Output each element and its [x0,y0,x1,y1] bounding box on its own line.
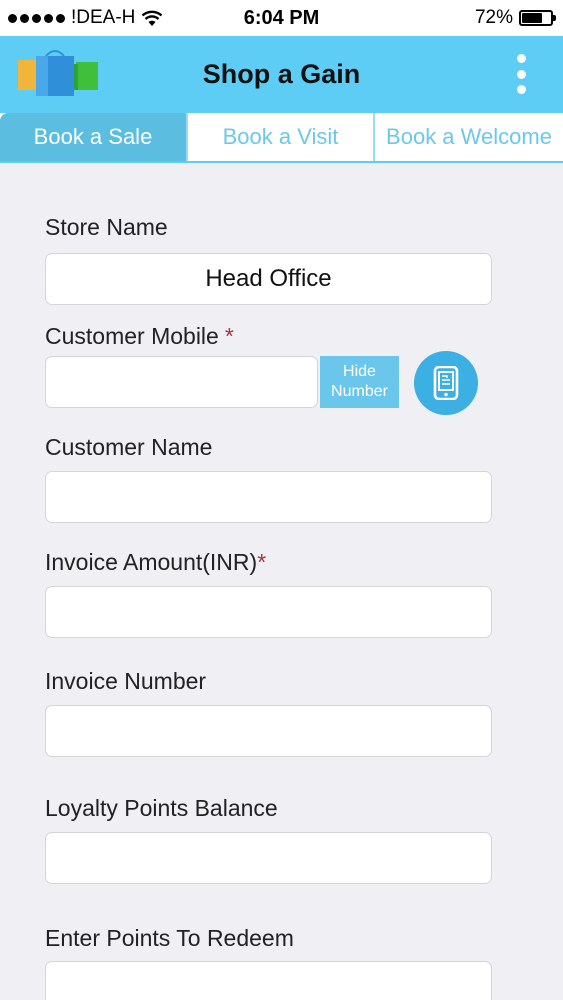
loyalty-points-balance-label: Loyalty Points Balance [45,795,278,822]
invoice-amount-label: Invoice Amount(INR)* [45,549,266,576]
wifi-icon [142,10,163,26]
customer-name-label: Customer Name [45,434,212,461]
status-right: 72% [474,7,556,29]
required-marker: * [257,549,267,575]
store-name-field[interactable] [45,253,492,305]
vertical-dots-icon[interactable] [513,54,529,94]
invoice-amount-field[interactable] [45,586,492,638]
battery-percent: 72% [474,7,513,28]
mobile-phone-icon [433,366,459,400]
hide-number-button-line1: Hide [343,363,376,380]
customer-mobile-label: Customer Mobile * [45,323,234,350]
points-to-redeem-field[interactable] [45,961,492,1000]
tab-book-a-sale[interactable]: Book a Sale [0,113,188,161]
carrier-name: !DEA-H [71,7,136,28]
tab-book-a-welcome[interactable]: Book a Welcome [375,113,563,161]
invoice-number-field[interactable] [45,705,492,757]
store-name-label-text: Store Name [45,214,168,240]
invoice-amount-label-text: Invoice Amount(INR) [45,549,258,575]
required-marker: * [224,323,234,349]
customer-name-field[interactable] [45,471,492,523]
battery-level-fill [522,13,543,23]
customer-mobile-label-text: Customer Mobile [45,323,219,349]
loyalty-points-balance-label-text: Loyalty Points Balance [45,795,278,821]
battery-icon [519,10,556,26]
points-to-redeem-label-text: Enter Points To Redeem [45,925,294,951]
loyalty-points-balance-field[interactable] [45,832,492,884]
shopping-bags-logo [18,50,98,96]
contact-picker-button[interactable] [414,351,478,415]
customer-name-label-text: Customer Name [45,434,213,460]
tab-bar: Book a Sale Book a Visit Book a Welcome [0,113,563,163]
points-to-redeem-label: Enter Points To Redeem [45,925,294,952]
invoice-number-label: Invoice Number [45,668,206,695]
store-name-label: Store Name [45,214,168,241]
hide-number-button-line2: Number [331,383,388,400]
invoice-number-label-text: Invoice Number [45,668,207,694]
tab-book-a-visit[interactable]: Book a Visit [188,113,375,161]
app-title: Shop a Gain [202,59,361,89]
status-bar: !DEA-H 6:04 PM 72% [0,0,563,36]
hide-number-button[interactable]: Hide Number [320,356,399,408]
status-left: !DEA-H [8,7,163,29]
customer-mobile-field[interactable] [45,356,318,408]
app-header: Shop a Gain [0,36,563,113]
signal-strength-icon [8,13,65,23]
